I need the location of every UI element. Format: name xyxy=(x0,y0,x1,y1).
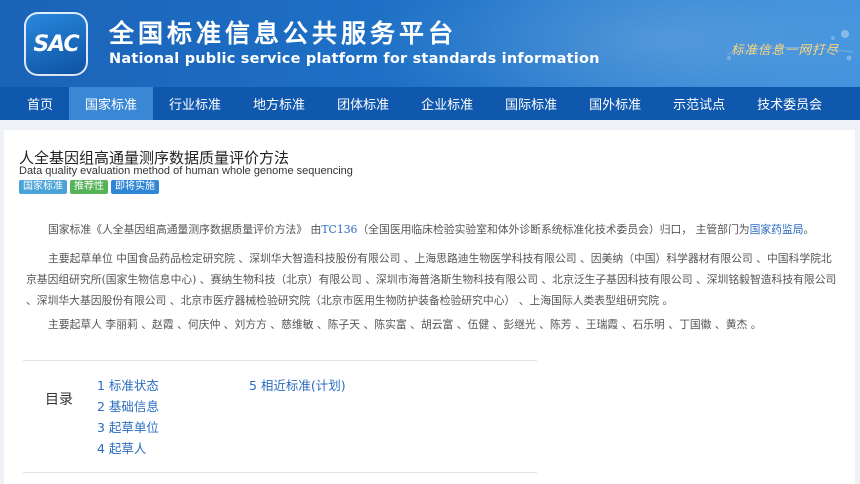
tag-recommended: 推荐性 xyxy=(70,180,108,194)
intro-prefix: 国家标准《人全基因组高通量测序数据质量评价方法》 由 xyxy=(48,223,322,236)
logo-text: SAC xyxy=(33,31,79,57)
nav-item-foreign-standard[interactable]: 国外标准 xyxy=(573,87,657,120)
nav-item-pilot-demo[interactable]: 示范试点 xyxy=(657,87,741,120)
nav-item-home[interactable]: 首页 xyxy=(11,87,69,120)
tc-link[interactable]: TC136 xyxy=(321,223,357,236)
intro-suffix: 。 xyxy=(803,223,815,236)
sac-logo[interactable]: SAC xyxy=(24,12,88,76)
site-name-en: National public service platform for sta… xyxy=(109,51,600,67)
site-name-cn: 全国标准信息公共服务平台 xyxy=(109,19,458,48)
site-header: SAC 全国标准信息公共服务平台 National public service… xyxy=(0,0,860,87)
toc-item-drafters[interactable]: 4 起草人 xyxy=(97,438,146,457)
slogan-text: 标准信息一网打尽 xyxy=(731,42,840,57)
department-link[interactable]: 国家药监局 xyxy=(750,223,804,236)
standard-detail-card: 人全基因组高通量测序数据质量评价方法 Data quality evaluati… xyxy=(4,130,855,484)
intro-paragraph: 国家标准《人全基因组高通量测序数据质量评价方法》 由TC136（全国医用临床检验… xyxy=(26,219,842,240)
table-of-contents: 目录 1 标准状态 2 基础信息 3 起草单位 4 起草人 5 相近标准(计划) xyxy=(23,360,537,473)
slogan: 标准信息一网打尽 xyxy=(725,28,855,61)
nav-item-international-standard[interactable]: 国际标准 xyxy=(489,87,573,120)
standard-title-en: Data quality evaluation method of human … xyxy=(19,165,353,177)
toc-item-drafting-units[interactable]: 3 起草单位 xyxy=(97,417,159,436)
toc-item-status[interactable]: 1 标准状态 xyxy=(97,375,159,394)
nav-item-group-standard[interactable]: 团体标准 xyxy=(321,87,405,120)
nav-item-industry-standard[interactable]: 行业标准 xyxy=(153,87,237,120)
standard-tags: 国家标准 推荐性 即将实施 xyxy=(19,180,159,194)
toc-label: 目录 xyxy=(45,392,73,408)
tag-upcoming: 即将实施 xyxy=(111,180,159,194)
nav-item-tech-committee[interactable]: 技术委员会 xyxy=(741,87,838,120)
main-nav: 首页 国家标准 行业标准 地方标准 团体标准 企业标准 国际标准 国外标准 示范… xyxy=(0,87,860,120)
toc-item-basic-info[interactable]: 2 基础信息 xyxy=(97,396,159,415)
nav-item-enterprise-standard[interactable]: 企业标准 xyxy=(405,87,489,120)
nav-item-national-standard[interactable]: 国家标准 xyxy=(69,87,154,120)
drafters-paragraph: 主要起草人 李丽莉 、赵霞 、何庆仲 、刘方方 、慈维敏 、陈子天 、陈实富 、… xyxy=(48,318,762,331)
nav-item-local-standard[interactable]: 地方标准 xyxy=(237,87,321,120)
drafting-units-paragraph: 主要起草单位 中国食品药品检定研究院 、深圳华大智造科技股份有限公司 、上海思路… xyxy=(26,252,837,307)
intro-middle: （全国医用临床检验实验室和体外诊断系统标准化技术委员会）归口， 主管部门为 xyxy=(357,223,750,236)
tag-national-standard: 国家标准 xyxy=(19,180,67,194)
toc-item-related-standards[interactable]: 5 相近标准(计划) xyxy=(249,375,346,394)
